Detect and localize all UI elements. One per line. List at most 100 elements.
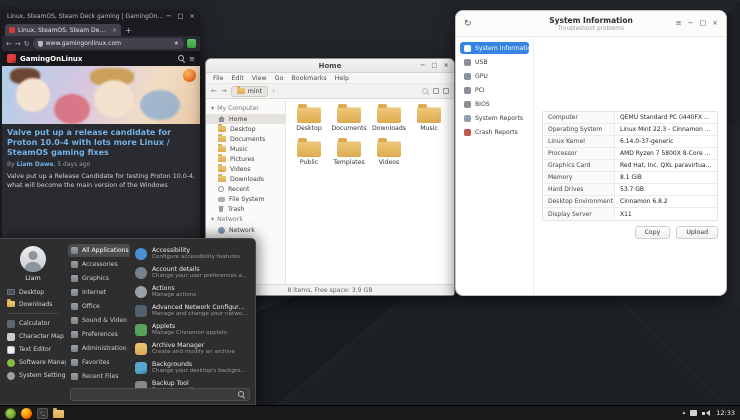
nav-bios[interactable]: BIOS [460, 98, 529, 110]
close-icon[interactable]: × [444, 62, 449, 69]
author-link[interactable]: Liam Dawe [17, 161, 54, 168]
back-icon[interactable]: ← [211, 87, 217, 95]
category-graphics[interactable]: Graphics [68, 272, 130, 285]
menu-file[interactable]: File [213, 75, 224, 82]
folder-videos[interactable]: Videos [369, 141, 409, 166]
category-favorites[interactable]: Favorites [68, 356, 130, 369]
upload-button[interactable]: Upload [676, 226, 718, 239]
sidebar-item-trash[interactable]: Trash [206, 204, 285, 214]
list-view-icon[interactable] [443, 88, 449, 94]
nav-gpu[interactable]: GPU [460, 70, 529, 82]
category-all-applications[interactable]: All Applications [68, 244, 130, 257]
category-administration[interactable]: Administration [68, 342, 130, 355]
sidebar-item-videos[interactable]: Videos [206, 164, 285, 174]
place-desktop[interactable]: Desktop [0, 286, 66, 298]
nav-system-reports[interactable]: System Reports [460, 112, 529, 124]
back-icon[interactable]: ← [6, 40, 12, 48]
firefox-titlebar[interactable]: Linux, SteamOS, Steam Deck gaming | Gami… [2, 10, 200, 22]
app-accessibility[interactable]: AccessibilityConfigure accessibility fea… [132, 244, 251, 263]
folder-desktop[interactable]: Desktop [289, 107, 329, 132]
minimize-icon[interactable]: − [688, 20, 694, 27]
file-view[interactable]: Desktop Documents Downloads Music Public… [286, 100, 454, 284]
bookmark-star-icon[interactable]: ★ [174, 40, 179, 47]
menu-button[interactable] [5, 408, 16, 419]
refresh-icon[interactable]: ↻ [464, 19, 472, 29]
menu-icon[interactable]: ≡ [189, 55, 195, 63]
nav-crash-reports[interactable]: Crash Reports [460, 126, 529, 138]
search-icon[interactable] [422, 88, 429, 95]
tray-status-icon[interactable] [690, 410, 697, 416]
forward-icon[interactable]: → [15, 40, 21, 48]
extension-icon[interactable] [187, 39, 196, 48]
menu-go[interactable]: Go [275, 75, 284, 82]
nav-pci[interactable]: PCI [460, 84, 529, 96]
menu-bookmarks[interactable]: Bookmarks [291, 75, 326, 82]
sidebar-section-computer[interactable]: ▾ My Computer [206, 103, 285, 114]
reload-icon[interactable]: ↻ [24, 40, 30, 48]
grid-view-icon[interactable] [433, 88, 439, 94]
maximize-icon[interactable]: □ [431, 62, 437, 69]
site-brand[interactable]: GamingOnLinux [20, 55, 174, 63]
minimize-icon[interactable]: − [166, 13, 171, 20]
hamburger-menu-icon[interactable]: ≡ [676, 20, 682, 27]
menu-help[interactable]: Help [335, 75, 349, 82]
copy-button[interactable]: Copy [635, 226, 671, 239]
search-icon[interactable] [178, 55, 185, 62]
url-bar[interactable]: www.gamingonlinux.com ★ [33, 38, 184, 49]
favorite-software-manager[interactable]: Software Manager [0, 356, 66, 369]
category-accessories[interactable]: Accessories [68, 258, 130, 271]
category-sound-video[interactable]: Sound & Video [68, 314, 130, 327]
new-tab-button[interactable]: + [125, 26, 132, 35]
sidebar-item-pictures[interactable]: Pictures [206, 154, 285, 164]
app-backup-tool[interactable]: Backup ToolBackup your files [132, 377, 251, 388]
close-icon[interactable]: × [190, 13, 195, 20]
sysinfo-titlebar[interactable]: ↻ System Information Troubleshoot proble… [456, 11, 726, 37]
favorite-calculator[interactable]: Calculator [0, 317, 66, 330]
tray-expand-icon[interactable]: ▴ [683, 410, 686, 416]
firefox-launcher-icon[interactable] [21, 408, 32, 419]
shield-icon[interactable] [38, 41, 43, 47]
category-preferences[interactable]: Preferences [68, 328, 130, 341]
app-applets[interactable]: AppletsManage Cinnamon applets [132, 320, 251, 339]
favorite-character-map[interactable]: Character Map [0, 330, 66, 343]
category-recent-files[interactable]: Recent Files [68, 370, 130, 383]
maximize-icon[interactable]: □ [700, 20, 707, 27]
terminal-launcher-icon[interactable]: ›_ [37, 408, 48, 419]
article-headline[interactable]: Valve put up a release candidate for Pro… [2, 124, 200, 160]
sidebar-item-recent[interactable]: Recent [206, 184, 285, 194]
sidebar-item-music[interactable]: Music [206, 144, 285, 154]
sidebar-item-network[interactable]: Network [206, 225, 285, 235]
nav-usb[interactable]: USB [460, 56, 529, 68]
user-avatar[interactable] [20, 246, 46, 272]
files-launcher-icon[interactable] [53, 410, 64, 418]
app-actions[interactable]: ActionsManage actions [132, 282, 251, 301]
sidebar-item-home[interactable]: Home [206, 114, 285, 124]
favorite-text-editor[interactable]: Text Editor [0, 343, 66, 356]
browser-tab[interactable]: Linux, SteamOS, Steam De... × [5, 24, 121, 36]
article-image[interactable] [2, 66, 200, 124]
app-archive-manager[interactable]: Archive ManagerCreate and modify an arch… [132, 339, 251, 358]
site-logo-icon[interactable] [7, 54, 16, 63]
folder-music[interactable]: Music [409, 107, 449, 132]
path-button[interactable]: mint [231, 86, 268, 97]
folder-templates[interactable]: Templates [329, 141, 369, 166]
menu-edit[interactable]: Edit [232, 75, 244, 82]
minimize-icon[interactable]: − [420, 62, 425, 69]
folder-documents[interactable]: Documents [329, 107, 369, 132]
app-advanced-network-configuration[interactable]: Advanced Network ConfigurationManage and… [132, 301, 251, 320]
menu-view[interactable]: View [252, 75, 267, 82]
folder-public[interactable]: Public [289, 141, 329, 166]
sidebar-item-file-system[interactable]: File System [206, 194, 285, 204]
tab-close-icon[interactable]: × [112, 27, 117, 34]
place-downloads[interactable]: Downloads [0, 298, 66, 310]
maximize-icon[interactable]: □ [177, 13, 183, 20]
app-backgrounds[interactable]: BackgroundsChange your desktop's backgro… [132, 358, 251, 377]
sidebar-item-desktop[interactable]: Desktop [206, 124, 285, 134]
sidebar-item-documents[interactable]: Documents [206, 134, 285, 144]
sidebar-section-network[interactable]: ▾ Network [206, 214, 285, 225]
nav-system-information[interactable]: System Information [460, 42, 529, 54]
category-office[interactable]: Office [68, 300, 130, 313]
clock[interactable]: 12:33 [716, 409, 735, 417]
category-internet[interactable]: Internet [68, 286, 130, 299]
nemo-titlebar[interactable]: Home − □ × [206, 59, 454, 73]
